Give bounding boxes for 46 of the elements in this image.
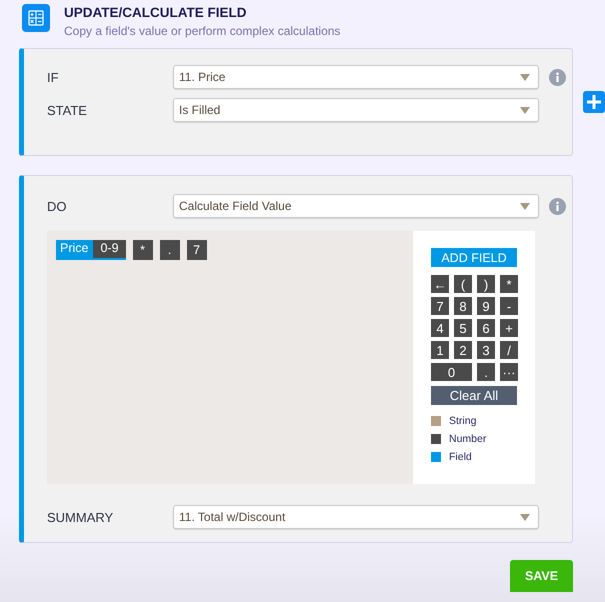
number-token[interactable]: * [132,240,153,260]
key-button[interactable]: + [500,319,518,337]
caret-icon [520,74,530,80]
dropdown[interactable]: Calculate Field Value [173,194,539,218]
caret-icon [520,106,530,114]
key-button[interactable]: 3 [477,341,495,359]
key-button[interactable]: 5 [454,319,472,337]
formula-area[interactable]: Price 0-9 * . 7 [47,231,413,484]
caret-icon [520,514,530,520]
key-button[interactable]: 1 [431,341,449,359]
key-button[interactable]: 6 [477,319,495,337]
key-button[interactable]: ) [477,275,495,293]
key-button[interactable]: 9 [477,297,495,315]
calculator-icon [22,4,50,32]
dropdown[interactable]: Is Filled [173,98,539,122]
dropdown[interactable]: 11. Price [173,65,539,89]
key-button[interactable]: ( [454,275,472,293]
legend-label: Field [449,451,472,463]
key-button[interactable]: - [500,297,518,315]
key-button[interactable]: 2 [454,341,472,359]
legend-label: String [449,415,476,427]
key-button[interactable]: . [477,363,495,381]
key-button[interactable]: ← [431,275,449,293]
field-label: SUMMARY [47,510,114,524]
field-label: IF [47,70,60,84]
key-button[interactable]: * [500,275,518,293]
clear-all-button[interactable]: Clear All [431,386,517,405]
key-button[interactable]: 7 [431,297,449,315]
info-icon[interactable] [549,68,566,86]
number-token[interactable]: 7 [186,240,207,260]
number-token[interactable]: . [160,240,180,260]
add-icon[interactable] [583,91,605,113]
dropdown[interactable]: 11. Total w/Discount [173,505,539,529]
key-button[interactable]: 8 [454,297,472,315]
dialog-subtitle: Copy a field's value or perform complex calculations [64,24,340,38]
field-token[interactable]: Price 0-9 [56,240,126,260]
key-button[interactable]: 0 [431,363,472,381]
field-label: DO [47,198,68,214]
key-button[interactable]: / [500,341,518,359]
dialog-title: UPDATE/CALCULATE FIELD [64,5,248,20]
field-label: STATE [47,102,88,118]
caret-icon [520,202,530,210]
key-button[interactable]: ··· [500,363,518,381]
legend-label: Number [449,433,486,445]
info-icon[interactable] [549,198,566,214]
key-button[interactable]: 4 [431,319,449,337]
